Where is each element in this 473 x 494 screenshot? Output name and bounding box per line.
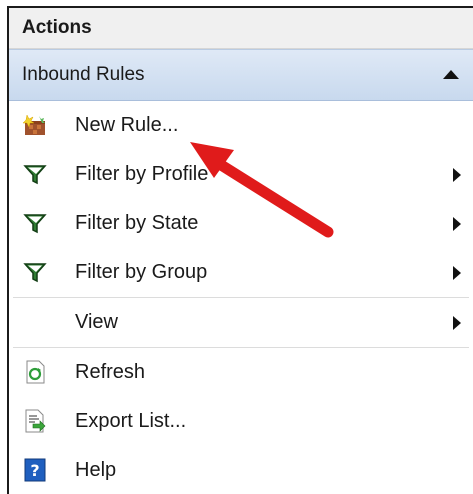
- filter-by-state-action[interactable]: Filter by State: [9, 199, 473, 248]
- help-icon: ?: [24, 458, 46, 482]
- actions-header: Actions: [9, 8, 473, 49]
- help-label: Help: [75, 459, 117, 481]
- submenu-arrow-icon: [453, 316, 461, 330]
- refresh-action[interactable]: Refresh: [9, 348, 473, 397]
- filter-by-group-label: Filter by Group: [75, 261, 208, 283]
- filter-by-profile-label: Filter by Profile: [75, 163, 209, 185]
- filter-icon: [23, 263, 47, 283]
- export-list-icon: [25, 409, 46, 433]
- inbound-rules-section-header[interactable]: Inbound Rules: [9, 49, 473, 101]
- submenu-arrow-icon: [453, 217, 461, 231]
- refresh-label: Refresh: [75, 361, 146, 383]
- new-rule-action[interactable]: New Rule...: [9, 101, 473, 150]
- collapse-arrow-icon[interactable]: [443, 70, 459, 79]
- submenu-arrow-icon: [453, 266, 461, 280]
- actions-title: Actions: [22, 17, 92, 38]
- view-label: View: [75, 311, 118, 333]
- filter-icon: [23, 214, 47, 234]
- svg-text:?: ?: [30, 461, 39, 480]
- refresh-icon: [26, 360, 45, 384]
- help-action[interactable]: ? Help: [9, 446, 473, 494]
- export-list-label: Export List...: [75, 410, 187, 432]
- filter-by-state-label: Filter by State: [75, 212, 199, 234]
- new-rule-label: New Rule...: [75, 114, 179, 136]
- new-rule-icon: [23, 114, 45, 135]
- export-list-action[interactable]: Export List...: [9, 397, 473, 446]
- actions-pane: Actions Inbound Rules New Rule... Filter…: [7, 6, 473, 494]
- section-title: Inbound Rules: [22, 64, 145, 85]
- view-action[interactable]: View: [9, 298, 473, 347]
- filter-by-profile-action[interactable]: Filter by Profile: [9, 150, 473, 199]
- filter-icon: [23, 165, 47, 185]
- submenu-arrow-icon: [453, 168, 461, 182]
- filter-by-group-action[interactable]: Filter by Group: [9, 248, 473, 297]
